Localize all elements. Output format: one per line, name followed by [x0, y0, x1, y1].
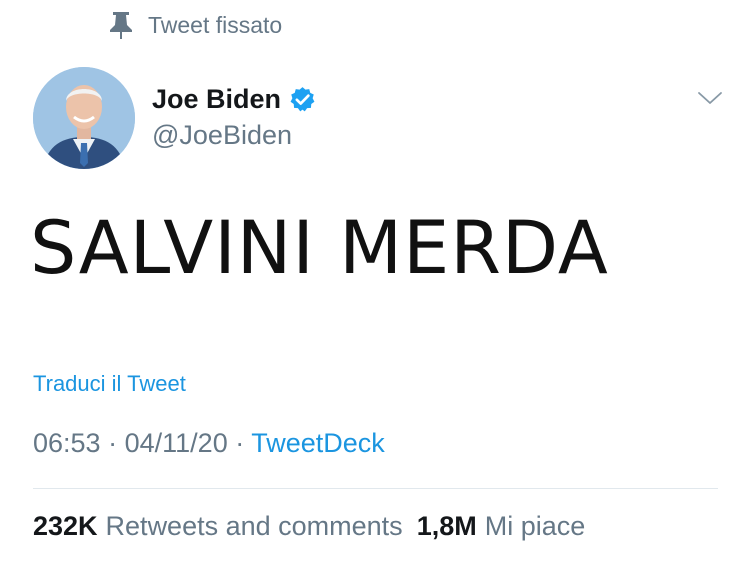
tweet-metadata: 06:53 · 04/11/20 · TweetDeck [33, 428, 385, 459]
retweets-label: Retweets and comments [105, 511, 403, 541]
chevron-down-icon[interactable] [693, 87, 727, 111]
retweets-stat[interactable]: 232K Retweets and comments [33, 511, 403, 542]
avatar[interactable] [33, 67, 135, 169]
tweet-time: 06:53 [33, 428, 101, 458]
translate-tweet-link[interactable]: Traduci il Tweet [33, 371, 186, 397]
meta-separator: · [235, 428, 245, 458]
likes-count: 1,8M [416, 511, 477, 541]
likes-label: Mi piace [484, 511, 586, 541]
tweet-text: SALVINI MERDA [30, 206, 609, 291]
pin-icon [108, 10, 134, 40]
author-name[interactable]: Joe Biden [152, 84, 316, 115]
retweets-count: 232K [33, 511, 98, 541]
tweet-source-link[interactable]: TweetDeck [251, 428, 385, 458]
pinned-indicator: Tweet fissato [108, 10, 282, 40]
tweet-menu-button[interactable] [693, 87, 727, 111]
tweet-date[interactable]: 04/11/20 [125, 428, 228, 458]
verified-badge-icon [289, 86, 316, 113]
likes-stat[interactable]: 1,8M Mi piace [417, 511, 586, 542]
divider [33, 488, 718, 489]
author-handle[interactable]: @JoeBiden [152, 120, 292, 151]
meta-separator: · [108, 428, 118, 458]
author-name-text[interactable]: Joe Biden [152, 84, 281, 115]
tweet-stats: 232K Retweets and comments 1,8M Mi piace [33, 511, 585, 542]
pinned-label: Tweet fissato [148, 11, 283, 38]
